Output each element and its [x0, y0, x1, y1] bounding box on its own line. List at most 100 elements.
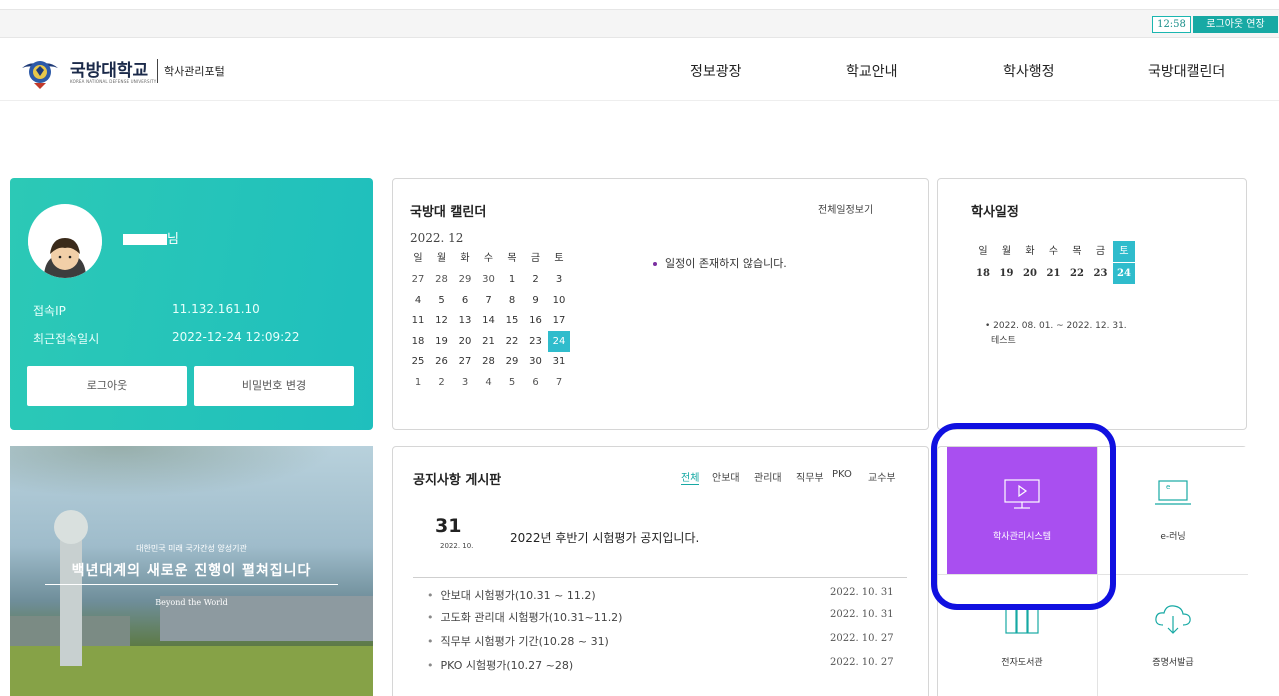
tab-management[interactable]: 관리대	[754, 469, 782, 484]
calendar-day[interactable]: 31	[548, 351, 570, 372]
calendar-day[interactable]: 8	[501, 290, 523, 311]
tab-security[interactable]: 안보대	[712, 469, 740, 484]
redacted-name	[123, 234, 167, 245]
calendar-day[interactable]: 21	[478, 331, 500, 352]
campus-banner[interactable]: 대한민국 미래 국가간성 양성기관 백년대계의 새로운 진행이 펼쳐집니다 Be…	[10, 446, 373, 696]
cloud-download-icon	[1155, 605, 1191, 634]
calendar-day[interactable]: 28	[431, 269, 453, 290]
schedule-day[interactable]: 19	[996, 263, 1018, 284]
calendar-day[interactable]: 7	[478, 290, 500, 311]
tab-duty[interactable]: 직무부	[796, 469, 824, 484]
calendar-day[interactable]: 12	[431, 310, 453, 331]
calendar-day[interactable]: 17	[548, 310, 570, 331]
schedule-weekday: 일	[978, 246, 988, 257]
calendar-day[interactable]: 2	[525, 269, 547, 290]
featured-year-month: 2022. 10.	[440, 542, 474, 550]
calendar-day[interactable]: 6	[454, 290, 476, 311]
tab-faculty[interactable]: 교수부	[868, 469, 896, 484]
calendar-day[interactable]: 5	[501, 372, 523, 393]
calendar-day[interactable]: 20	[454, 331, 476, 352]
calendar-day[interactable]: 7	[548, 372, 570, 393]
calendar-day[interactable]: 28	[478, 351, 500, 372]
calendar-day[interactable]: 1	[501, 269, 523, 290]
calendar-day[interactable]: 29	[454, 269, 476, 290]
notice-row[interactable]: • 고도화 관리대 시험평가(10.31~11.2) 2022. 10. 31	[427, 609, 897, 625]
nav-school-guide[interactable]: 학교안내	[846, 61, 898, 81]
quick-links-card: 학사관리시스템 e e-러닝 전자도서관 증명서발급	[937, 446, 1248, 696]
featured-notice-title[interactable]: 2022년 후반기 시험평가 공지입니다.	[510, 529, 699, 546]
logout-extend-button[interactable]: 로그아웃 연장	[1193, 16, 1278, 33]
schedule-day[interactable]: 22	[1066, 263, 1088, 284]
calendar-day[interactable]: 22	[501, 331, 523, 352]
calendar-day[interactable]: 27	[454, 351, 476, 372]
calendar-day[interactable]: 15	[501, 310, 523, 331]
calendar-day-today[interactable]: 24	[548, 330, 570, 352]
e-learning-tile[interactable]: e e-러닝	[1098, 447, 1248, 574]
schedule-day[interactable]: 23	[1090, 263, 1112, 284]
schedule-item-name: 테스트	[991, 336, 1016, 346]
calendar-day[interactable]: 14	[478, 310, 500, 331]
academic-system-tile[interactable]: 학사관리시스템	[947, 447, 1097, 574]
ip-value: 11.132.161.10	[172, 302, 260, 316]
calendar-day[interactable]: 3	[454, 372, 476, 393]
calendar-day[interactable]: 3	[548, 269, 570, 290]
calendar-day[interactable]: 23	[525, 331, 547, 352]
ip-label: 접속IP	[33, 304, 66, 318]
last-login-label: 최근접속일시	[33, 332, 100, 346]
calendar-day[interactable]: 10	[548, 290, 570, 311]
certificate-tile[interactable]: 증명서발급	[1098, 575, 1248, 696]
university-emblem-icon[interactable]	[20, 52, 60, 90]
digital-library-tile[interactable]: 전자도서관	[947, 575, 1097, 696]
schedule-item[interactable]: • 2022. 08. 01. ~ 2022. 12. 31. 테스트	[985, 319, 1127, 349]
user-name-suffix: 님	[167, 232, 179, 247]
empty-text: 일정이 존재하지 않습니다.	[665, 257, 787, 270]
calendar-day[interactable]: 27	[407, 269, 429, 290]
calendar-day[interactable]: 1	[407, 372, 429, 393]
nav-kndu-calendar[interactable]: 국방대캘린더	[1148, 61, 1225, 81]
calendar-day[interactable]: 16	[525, 310, 547, 331]
calendar-day[interactable]: 13	[454, 310, 476, 331]
change-password-button[interactable]: 비밀번호 변경	[194, 366, 354, 406]
notice-row[interactable]: • 직무부 시험평가 기간(10.28 ~ 31) 2022. 10. 27	[427, 633, 897, 649]
calendar-title: 국방대 캘린더	[410, 205, 487, 220]
notice-board-card: 공지사항 게시판 전체 안보대 관리대 직무부 PKO 교수부 31 2022.…	[392, 446, 929, 696]
tab-all[interactable]: 전체	[681, 469, 700, 485]
calendar-day[interactable]: 9	[525, 290, 547, 311]
calendar-weekday-header: 월	[436, 253, 447, 264]
logout-button[interactable]: 로그아웃	[27, 366, 187, 406]
nav-academic-admin[interactable]: 학사행정	[1003, 61, 1055, 81]
user-name: 님	[123, 228, 179, 247]
calendar-day[interactable]: 30	[478, 269, 500, 290]
schedule-day[interactable]: 18	[972, 263, 994, 284]
logo-name[interactable]: 국방대학교	[70, 56, 148, 81]
schedule-weekday: 목	[1072, 246, 1082, 257]
calendar-day[interactable]: 11	[407, 310, 429, 331]
schedule-weekday: 토	[1113, 241, 1135, 262]
calendar-day[interactable]: 18	[407, 331, 429, 352]
digital-library-label: 전자도서관	[1001, 658, 1043, 668]
calendar-day[interactable]: 29	[501, 351, 523, 372]
notice-row[interactable]: • PKO 시험평가(10.27 ~28) 2022. 10. 27	[427, 657, 897, 673]
schedule-day[interactable]: 21	[1043, 263, 1065, 284]
calendar-day[interactable]: 4	[407, 290, 429, 311]
notice-row[interactable]: • 안보대 시험평가(10.31 ~ 11.2) 2022. 10. 31	[427, 587, 897, 603]
schedule-day-today[interactable]: 24	[1113, 263, 1135, 284]
schedule-weekday: 월	[1001, 246, 1012, 257]
calendar-day[interactable]: 6	[525, 372, 547, 393]
globe-sculpture	[54, 510, 88, 544]
calendar-day[interactable]: 30	[525, 351, 547, 372]
schedule-day[interactable]: 20	[1019, 263, 1041, 284]
nav-info-square[interactable]: 정보광장	[690, 61, 742, 81]
calendar-month: 2022. 12	[410, 231, 464, 245]
tab-pko[interactable]: PKO	[832, 469, 852, 480]
calendar-day[interactable]: 26	[431, 351, 453, 372]
featured-day: 31	[435, 515, 462, 537]
calendar-day[interactable]: 19	[431, 331, 453, 352]
calendar-day[interactable]: 25	[407, 351, 429, 372]
view-all-schedule-link[interactable]: 전체일정보기	[818, 201, 873, 216]
calendar-day[interactable]: 4	[478, 372, 500, 393]
calendar-day[interactable]: 5	[431, 290, 453, 311]
profile-card: 님 접속IP 11.132.161.10 최근접속일시 2022-12-24 1…	[10, 178, 373, 430]
schedule-item-period: • 2022. 08. 01. ~ 2022. 12. 31.	[985, 321, 1127, 331]
calendar-day[interactable]: 2	[431, 372, 453, 393]
